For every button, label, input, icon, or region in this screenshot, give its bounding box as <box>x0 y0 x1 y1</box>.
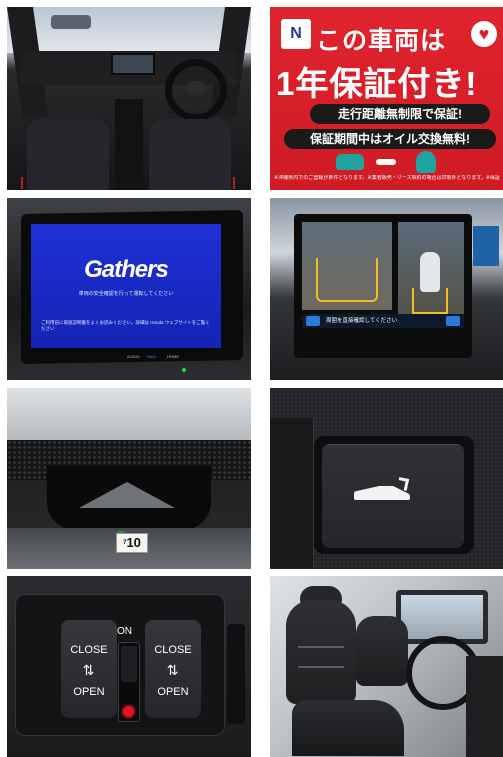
main-switch-on-label: ON <box>117 626 132 637</box>
nav-button-audio: AUDIO <box>127 354 140 359</box>
photo-nav-screen: Gathers 車両の安全確認を行って運転してください ご利用前に取扱説明書をよ… <box>7 198 251 380</box>
banner-mileage-pill: 走行距離無制限で保証! <box>310 104 490 124</box>
photo-parking-camera: 周囲を直接確認してください <box>270 198 503 380</box>
nav-button-navi: NAVI <box>147 354 157 359</box>
center-console <box>115 99 143 190</box>
trim-edge <box>270 418 314 568</box>
photo-interior-dashboard <box>7 7 251 190</box>
banner-oil-pill: 保証期間中はオイル交換無料! <box>284 129 496 149</box>
photo-windshield-sensor: 710 <box>7 388 251 569</box>
right-close-label: CLOSE <box>154 644 192 656</box>
camera-exit-icon <box>446 316 460 326</box>
sticker-number: 10 <box>126 535 141 550</box>
seat-cushion <box>292 700 404 756</box>
windshield-view <box>7 7 251 53</box>
front-seat-left <box>27 119 109 190</box>
gathers-logo: Gathers <box>84 256 169 283</box>
photo-tailgate-switch <box>270 388 503 569</box>
nav-notice-1: 車両の安全確認を行って運転してください <box>78 291 174 297</box>
inspection-sticker: 710 <box>116 533 148 553</box>
dealer-logo-letter: N <box>290 25 302 42</box>
banner-icons <box>336 151 446 173</box>
nav-hard-buttons: AUDIO NAVI HOME <box>127 354 237 364</box>
center-display <box>111 53 155 75</box>
passenger-seat-back <box>286 600 356 704</box>
warranty-banner: N この車両は ♥ 1年保証付き! 走行距離無制限で保証! 保証期間中はオイル交… <box>270 7 503 190</box>
heart-icon: ♥ <box>471 21 497 47</box>
sky-through-glass <box>7 388 251 440</box>
banner-line-1: この車両は <box>316 27 447 55</box>
left-door-arrows-icon: ⇅ <box>82 662 96 678</box>
main-switch-led <box>123 706 134 717</box>
car-top-icon <box>420 252 440 292</box>
car-ahead <box>51 15 91 29</box>
banner-fine-print: ※沖縄県内でのご登録が条件となります。※業者販売・リース契約の場合は対象外となり… <box>274 175 500 181</box>
right-door-arrows-icon: ⇅ <box>166 662 180 678</box>
dashboard-side <box>466 656 503 757</box>
nav-notice-2: ご利用前に取扱説明書をよくお読みください。詳細は Honda ウェブサイトをご覧… <box>41 320 210 331</box>
photo-door-switch-panel: CLOSE ⇅ OPEN CLOSE ⇅ OPEN ON <box>7 576 251 757</box>
status-led <box>182 368 186 372</box>
background-sign <box>473 226 499 266</box>
birds-eye-guide-lines <box>412 288 448 314</box>
main-switch-tab <box>121 646 137 682</box>
driver-seat-back <box>356 616 408 686</box>
left-close-label: CLOSE <box>70 644 108 656</box>
camera-mode-icon <box>306 316 320 326</box>
seat-red-accent <box>21 177 23 189</box>
photo-front-seats <box>270 576 503 757</box>
car-icon <box>336 154 364 170</box>
adjacent-switch <box>227 624 245 724</box>
gate-line <box>396 477 410 491</box>
plug-icon <box>376 159 396 165</box>
tailgate-open-icon <box>354 477 410 502</box>
steering-wheel-hub <box>187 81 205 95</box>
sensor-prism <box>79 482 175 508</box>
banner-headline: 1年保証付き! <box>276 65 478 102</box>
seat-stitching <box>298 646 344 648</box>
left-open-label: OPEN <box>73 686 105 698</box>
parking-guide-lines <box>316 258 378 302</box>
oil-drop-icon <box>416 151 436 173</box>
seat-red-accent <box>233 177 235 189</box>
camera-warning-text: 周囲を直接確認してください <box>326 318 398 324</box>
front-seat-right <box>149 119 231 190</box>
right-open-label: OPEN <box>157 686 189 698</box>
seat-stitching <box>298 666 344 668</box>
nav-button-home: HOME <box>167 354 179 359</box>
